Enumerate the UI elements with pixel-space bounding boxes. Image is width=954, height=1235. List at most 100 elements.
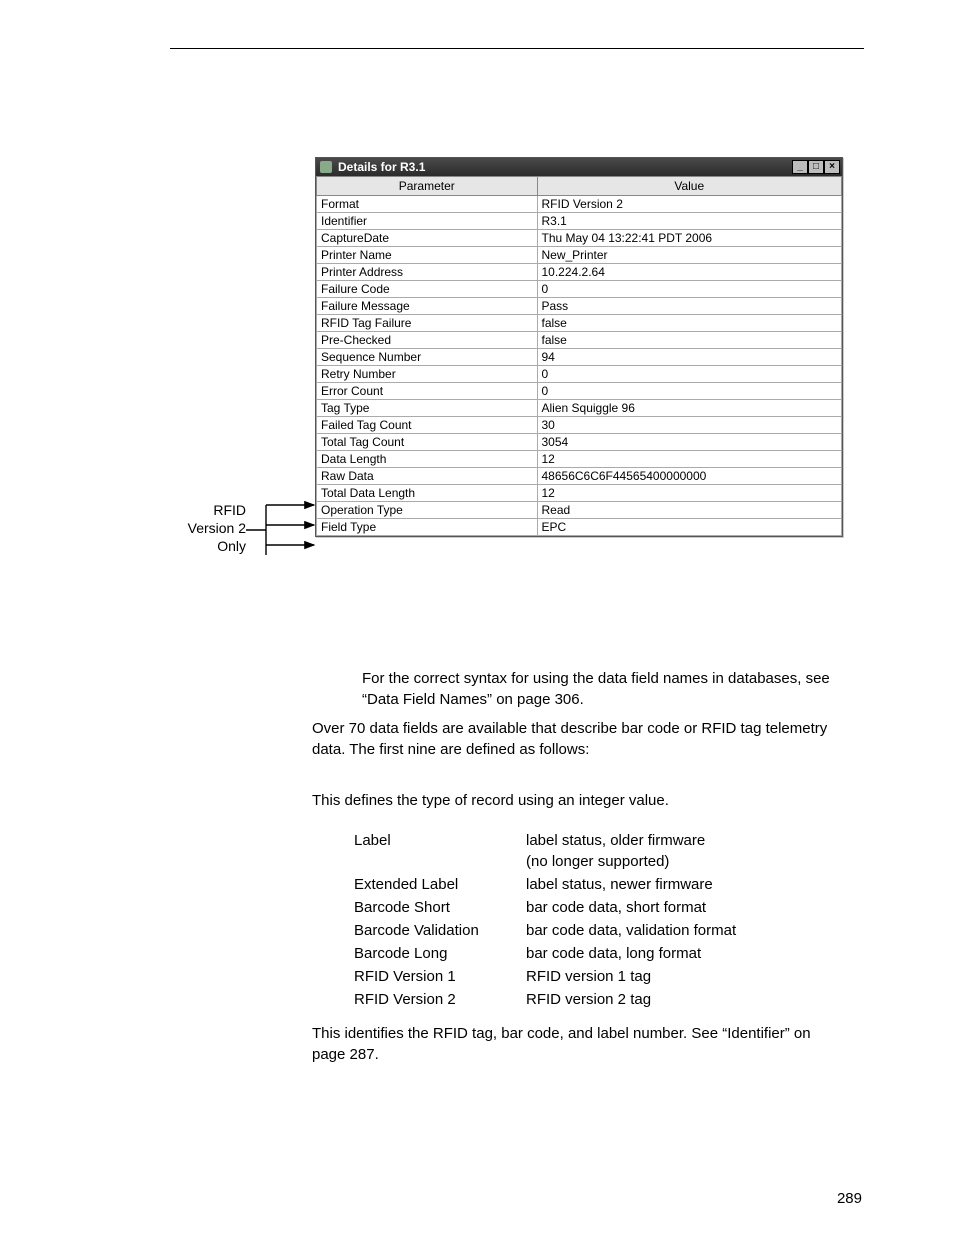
- cell-value: 10.224.2.64: [537, 264, 842, 281]
- cell-parameter: RFID Tag Failure: [317, 315, 538, 332]
- format-row: Extended Labellabel status, newer firmwa…: [354, 874, 736, 895]
- format-label: Label: [354, 830, 524, 872]
- header-value: Value: [537, 177, 842, 196]
- cell-parameter: Tag Type: [317, 400, 538, 417]
- cell-parameter: Format: [317, 196, 538, 213]
- table-row: Total Tag Count3054: [317, 434, 842, 451]
- table-row: Failed Tag Count30: [317, 417, 842, 434]
- cell-value: 0: [537, 383, 842, 400]
- cell-value: New_Printer: [537, 247, 842, 264]
- cell-parameter: Identifier: [317, 213, 538, 230]
- table-row: RFID Tag Failurefalse: [317, 315, 842, 332]
- cell-value: EPC: [537, 519, 842, 536]
- cell-parameter: Total Tag Count: [317, 434, 538, 451]
- dialog-titlebar: Details for R3.1 _ □ ×: [316, 158, 842, 176]
- cell-parameter: Operation Type: [317, 502, 538, 519]
- cell-parameter: Raw Data: [317, 468, 538, 485]
- cell-value: 0: [537, 366, 842, 383]
- format-row: Barcode Longbar code data, long format: [354, 943, 736, 964]
- table-row: Raw Data48656C6C6F44565400000000: [317, 468, 842, 485]
- table-row: CaptureDateThu May 04 13:22:41 PDT 2006: [317, 230, 842, 247]
- close-icon[interactable]: ×: [824, 160, 840, 174]
- format-desc: label status, newer firmware: [526, 874, 736, 895]
- cell-value: 30: [537, 417, 842, 434]
- details-table: Parameter Value FormatRFID Version 2Iden…: [316, 176, 842, 536]
- format-label: RFID Version 2: [354, 989, 524, 1010]
- format-row: Labellabel status, older firmware (no lo…: [354, 830, 736, 872]
- format-row: Barcode Validationbar code data, validat…: [354, 920, 736, 941]
- callout-text: RFID Version 2 Only: [174, 501, 246, 555]
- cell-value: R3.1: [537, 213, 842, 230]
- cell-parameter: Retry Number: [317, 366, 538, 383]
- table-row: Printer Address10.224.2.64: [317, 264, 842, 281]
- cell-value: RFID Version 2: [537, 196, 842, 213]
- cell-parameter: Error Count: [317, 383, 538, 400]
- cell-parameter: Printer Address: [317, 264, 538, 281]
- format-label: RFID Version 1: [354, 966, 524, 987]
- cell-value: Thu May 04 13:22:41 PDT 2006: [537, 230, 842, 247]
- callout-arrows: [246, 497, 326, 567]
- cell-value: false: [537, 315, 842, 332]
- app-icon: [320, 161, 332, 173]
- cell-parameter: Pre-Checked: [317, 332, 538, 349]
- minimize-icon[interactable]: _: [792, 160, 808, 174]
- page-header-rule: [170, 48, 864, 49]
- table-row: Sequence Number94: [317, 349, 842, 366]
- note-text: For the correct syntax for using the dat…: [362, 668, 847, 710]
- maximize-icon[interactable]: □: [808, 160, 824, 174]
- header-parameter: Parameter: [317, 177, 538, 196]
- format-desc: RFID version 1 tag: [526, 966, 736, 987]
- table-row: Failure MessagePass: [317, 298, 842, 315]
- cell-value: 12: [537, 451, 842, 468]
- cell-parameter: CaptureDate: [317, 230, 538, 247]
- cell-parameter: Failure Code: [317, 281, 538, 298]
- format-desc: label status, older firmware (no longer …: [526, 830, 736, 872]
- dialog-title: Details for R3.1: [338, 160, 792, 174]
- cell-value: Alien Squiggle 96: [537, 400, 842, 417]
- cell-parameter: Total Data Length: [317, 485, 538, 502]
- format-row: RFID Version 2RFID version 2 tag: [354, 989, 736, 1010]
- cell-parameter: Field Type: [317, 519, 538, 536]
- cell-value: 94: [537, 349, 842, 366]
- callout-rfid-v2-only: RFID Version 2 Only: [174, 501, 246, 555]
- format-row: RFID Version 1RFID version 1 tag: [354, 966, 736, 987]
- table-row: Data Length12: [317, 451, 842, 468]
- table-row: Error Count0: [317, 383, 842, 400]
- format-label: Extended Label: [354, 874, 524, 895]
- cell-value: false: [537, 332, 842, 349]
- format-desc: This defines the type of record using an…: [312, 790, 847, 811]
- table-row: Failure Code0: [317, 281, 842, 298]
- cell-parameter: Sequence Number: [317, 349, 538, 366]
- identifier-desc: This identifies the RFID tag, bar code, …: [312, 1023, 847, 1065]
- table-row: Pre-Checkedfalse: [317, 332, 842, 349]
- cell-value: 12: [537, 485, 842, 502]
- table-row: FormatRFID Version 2: [317, 196, 842, 213]
- format-table: Labellabel status, older firmware (no lo…: [352, 828, 738, 1012]
- cell-value: Read: [537, 502, 842, 519]
- cell-parameter: Failed Tag Count: [317, 417, 538, 434]
- cell-parameter: Data Length: [317, 451, 538, 468]
- format-desc: bar code data, validation format: [526, 920, 736, 941]
- cell-value: 48656C6C6F44565400000000: [537, 468, 842, 485]
- cell-parameter: Failure Message: [317, 298, 538, 315]
- page-number: 289: [837, 1190, 862, 1207]
- cell-value: Pass: [537, 298, 842, 315]
- cell-parameter: Printer Name: [317, 247, 538, 264]
- table-row: Field TypeEPC: [317, 519, 842, 536]
- format-row: Barcode Shortbar code data, short format: [354, 897, 736, 918]
- table-row: Printer NameNew_Printer: [317, 247, 842, 264]
- format-label: Barcode Long: [354, 943, 524, 964]
- cell-value: 3054: [537, 434, 842, 451]
- over70-text: Over 70 data fields are available that d…: [312, 718, 847, 760]
- format-desc: bar code data, long format: [526, 943, 736, 964]
- table-row: Retry Number0: [317, 366, 842, 383]
- table-row: Total Data Length12: [317, 485, 842, 502]
- format-label: Barcode Validation: [354, 920, 524, 941]
- cell-value: 0: [537, 281, 842, 298]
- table-row: Tag TypeAlien Squiggle 96: [317, 400, 842, 417]
- table-row: Operation TypeRead: [317, 502, 842, 519]
- format-label: Barcode Short: [354, 897, 524, 918]
- table-row: IdentifierR3.1: [317, 213, 842, 230]
- details-dialog: Details for R3.1 _ □ × Parameter Value F…: [315, 157, 843, 537]
- format-desc: bar code data, short format: [526, 897, 736, 918]
